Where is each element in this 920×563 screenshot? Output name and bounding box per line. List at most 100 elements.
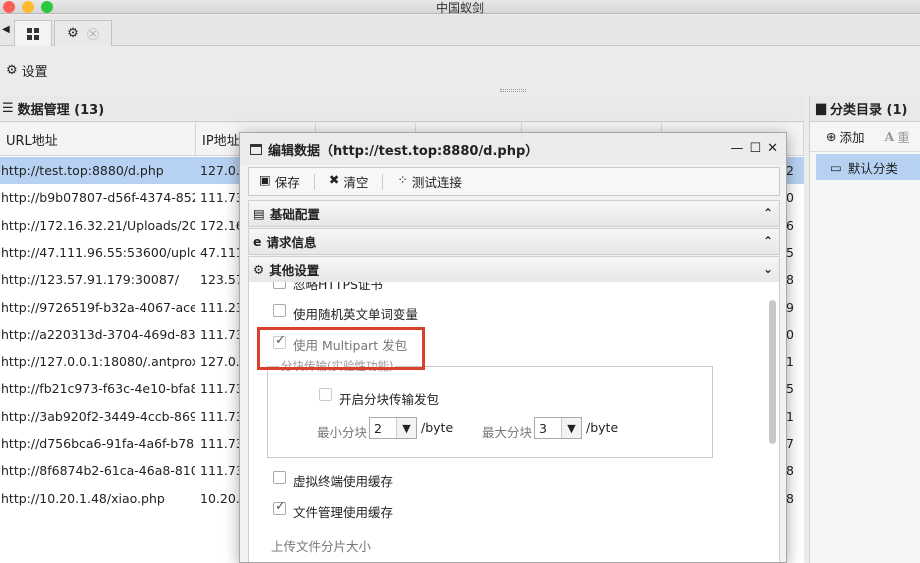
dialog-titlebar[interactable]: 编辑数据（http://test.top:8880/d.php） — [240, 133, 786, 165]
min-chunk-label: 最小分块 — [317, 425, 368, 440]
floppy-icon: ▣ — [259, 172, 271, 187]
cell-url: http://a220313d-3704-469d-8313 — [1, 326, 195, 342]
cell-url: http://8f6874b2-61ca-46a8-8101- — [1, 463, 195, 479]
dialog-title: 编辑数据（http://test.top:8880/d.php） — [268, 143, 539, 159]
min-chunk-unit: /byte — [421, 420, 454, 435]
min-chunk-select[interactable]: 2 ▼ — [369, 417, 417, 439]
category-panel-header: ▆ 分类目录 (1) — [810, 96, 920, 122]
data-panel-title: 数据管理 (13) — [17, 103, 105, 118]
cell-ip: 111.73 — [200, 190, 241, 206]
folder-icon: ▆ — [816, 101, 826, 116]
category-panel: ▆ 分类目录 (1) ⊕ 添加 A 重 ▭ 默认分类 — [809, 96, 920, 563]
save-button[interactable]: ▣ 保存 — [259, 172, 300, 191]
content-scrollbar[interactable] — [769, 300, 776, 444]
add-category-button[interactable]: ⊕ 添加 — [826, 127, 865, 146]
cell-count: 5 — [786, 381, 794, 397]
category-item-default[interactable]: ▭ 默认分类 — [816, 154, 920, 180]
settings-button[interactable]: ⚙ 设置 — [6, 61, 48, 80]
maximize-icon[interactable]: ☐ — [749, 141, 761, 156]
cell-count: 5 — [786, 244, 794, 260]
cell-ip: 111.73 — [200, 381, 241, 397]
cell-url: http://b9b07807-d56f-4374-852c- — [1, 190, 195, 206]
cell-count: 1 — [786, 408, 794, 424]
section-other-settings[interactable]: ⚙ 其他设置 ⌄ — [248, 256, 780, 283]
chevron-up-icon: ⌃ — [762, 234, 773, 248]
chevron-up-icon: ⌃ — [762, 206, 773, 220]
cell-url: http://3ab920f2-3449-4ccb-8692- — [1, 408, 195, 424]
rename-category-label: 重 — [897, 130, 910, 145]
grid-icon — [27, 27, 39, 40]
upload-chunk-label: 上传文件分片大小 — [271, 539, 372, 554]
cell-url: http://47.111.96.55:53600/upload — [1, 244, 195, 260]
window-titlebar: 中国蚁剑 — [0, 0, 920, 15]
splitter-handle[interactable] — [500, 89, 526, 92]
tab-scroll-left-icon[interactable]: ◀ — [2, 24, 10, 35]
tab-settings[interactable]: ⚙ × — [54, 20, 112, 46]
cell-ip: 111.73 — [200, 408, 241, 424]
section-basic-config[interactable]: ▤ 基础配置 ⌃ — [248, 200, 780, 227]
cell-url: http://d756bca6-91fa-4a6f-b788-8 — [1, 436, 195, 451]
ignore-https-label: 忽略HTTPS证书 — [293, 282, 383, 292]
terminal-cache-checkbox[interactable] — [273, 471, 286, 484]
chevron-down-icon: ▼ — [561, 418, 581, 438]
cell-count: 0 — [786, 190, 794, 206]
file-cache-label: 文件管理使用缓存 — [293, 505, 394, 520]
dialog-toolbar: ▣ 保存 ✖ 清空 ⁘ 测试连接 — [248, 167, 780, 196]
highlight-box — [257, 327, 425, 370]
chunk-fieldset — [267, 366, 713, 458]
clear-button[interactable]: ✖ 清空 — [329, 172, 369, 191]
cell-count: 8 — [786, 490, 794, 506]
cell-url: http://123.57.91.179:30087/ — [1, 272, 179, 288]
chunked-checkbox[interactable] — [319, 388, 332, 401]
cell-count: 6 — [786, 217, 794, 233]
gears-icon: ⚙ — [253, 262, 265, 277]
save-label: 保存 — [274, 175, 300, 190]
x-icon: ✖ — [328, 172, 340, 187]
folder-icon: ▭ — [830, 159, 842, 175]
category-panel-title: 分类目录 (1) — [830, 103, 908, 118]
tab-home[interactable] — [14, 20, 52, 46]
font-icon: A — [884, 129, 895, 144]
settings-button-label: 设置 — [21, 65, 48, 80]
column-header-url[interactable]: URL地址 — [0, 123, 196, 156]
cell-url: http://fb21c973-f63c-4e10-bfa8-fc — [1, 381, 195, 397]
minimize-icon[interactable]: — — [730, 141, 743, 156]
cell-count: 1 — [786, 354, 794, 370]
category-item-label: 默认分类 — [847, 160, 898, 176]
cell-count: 9 — [786, 299, 794, 315]
max-chunk-unit: /byte — [586, 420, 619, 435]
cell-ip: 111.73 — [200, 326, 241, 342]
cell-ip: 127.0. — [200, 354, 240, 370]
cell-url: http://10.20.1.48/xiao.php — [1, 490, 165, 506]
section-other-label: 其他设置 — [269, 263, 320, 278]
section-request-info[interactable]: e 请求信息 ⌃ — [248, 228, 780, 255]
ignore-https-checkbox[interactable] — [273, 282, 286, 289]
edit-data-dialog: 编辑数据（http://test.top:8880/d.php） — ☐ ✕ ▣… — [239, 132, 787, 563]
toolbar-separator — [313, 173, 315, 190]
terminal-cache-label: 虚拟终端使用缓存 — [293, 474, 394, 489]
min-chunk-value: 2 — [374, 420, 382, 436]
file-cache-checkbox[interactable] — [273, 499, 286, 515]
chevron-down-icon: ▼ — [396, 418, 416, 438]
tab-strip: ◀ ⚙ × — [0, 15, 920, 46]
rename-category-button[interactable]: A 重 — [885, 127, 910, 146]
test-connection-button[interactable]: ⁘ 测试连接 — [397, 172, 462, 191]
cell-ip: 127.0.0.1 — [200, 163, 241, 178]
cell-ip: 10.20. — [200, 490, 240, 506]
cell-count: 2 — [786, 163, 794, 178]
close-icon[interactable]: ✕ — [767, 141, 778, 156]
cell-count: 0 — [786, 326, 794, 342]
cell-count: 7 — [786, 436, 794, 451]
chevron-down-icon: ⌄ — [762, 262, 773, 276]
cell-url: http://127.0.0.1:18080/.antproxy.p — [1, 354, 195, 370]
add-category-label: 添加 — [839, 130, 865, 145]
dialog-controls: — ☐ ✕ — [730, 141, 778, 156]
clear-label: 清空 — [343, 175, 369, 190]
max-chunk-select[interactable]: 3 ▼ — [534, 417, 582, 439]
tab-close-icon[interactable]: × — [86, 27, 99, 40]
random-var-checkbox[interactable] — [273, 304, 286, 317]
cell-ip: 111.23 — [200, 299, 241, 315]
other-settings-content: 忽略HTTPS证书 使用随机英文单词变量 使用 Multipart 发包 分块传… — [248, 282, 780, 562]
edge-icon: e — [253, 234, 262, 249]
document-icon: ▤ — [253, 206, 265, 221]
